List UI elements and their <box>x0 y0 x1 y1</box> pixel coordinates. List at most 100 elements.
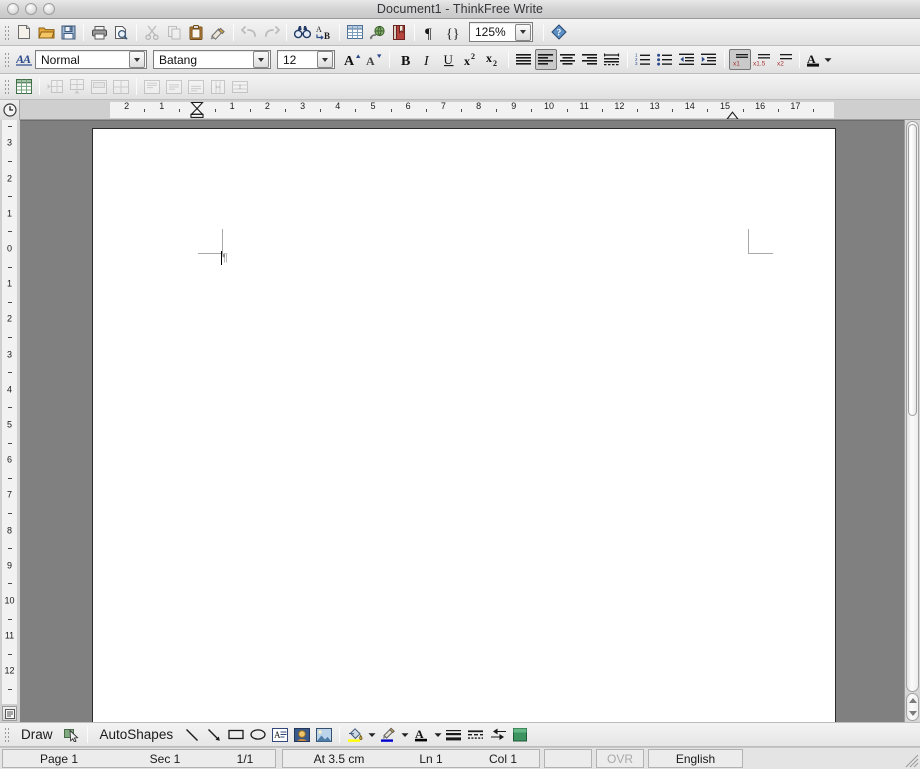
scrollbar-thumb[interactable] <box>908 124 917 416</box>
open-folder-icon[interactable] <box>35 22 57 43</box>
status-page-count[interactable]: 1/1 <box>215 752 275 766</box>
superscript-icon[interactable]: x2 <box>460 49 482 70</box>
draw-table-icon[interactable] <box>13 76 35 97</box>
line-spacing-1-icon[interactable]: x1 <box>729 49 751 70</box>
font-size-combo[interactable]: 12 <box>277 50 335 69</box>
insert-column-icon[interactable] <box>44 76 66 97</box>
split-cells-icon[interactable] <box>110 76 132 97</box>
print-preview-icon[interactable] <box>110 22 132 43</box>
align-bottom-cell-icon[interactable] <box>185 76 207 97</box>
right-indent-marker[interactable] <box>726 109 739 119</box>
line-icon[interactable] <box>181 724 203 745</box>
insert-picture-icon[interactable] <box>313 724 335 745</box>
horizontal-ruler[interactable]: 2 1 1 2 3 4 5 6 7 8 9 10 11 12 13 14 15 16 17 <box>20 100 920 119</box>
status-at[interactable]: At 3.5 cm <box>283 752 395 766</box>
save-disk-icon[interactable] <box>57 22 79 43</box>
chevron-down-icon[interactable] <box>515 23 531 41</box>
document-page[interactable]: ¶ <box>92 128 836 722</box>
shadow-3d-icon[interactable] <box>509 724 531 745</box>
copy-icon[interactable] <box>163 22 185 43</box>
status-blank-cell[interactable] <box>544 749 592 768</box>
status-column[interactable]: Col 1 <box>467 752 539 766</box>
replace-ab-icon[interactable]: AB <box>313 22 335 43</box>
status-language-cell[interactable]: English <box>648 749 743 768</box>
paste-clipboard-icon[interactable] <box>185 22 207 43</box>
merge-cells-icon[interactable] <box>88 76 110 97</box>
cut-scissors-icon[interactable] <box>141 22 163 43</box>
distribute-columns-icon[interactable] <box>207 76 229 97</box>
align-left-icon[interactable] <box>535 49 557 70</box>
line-spacing-2-icon[interactable]: x2 <box>773 49 795 70</box>
oval-icon[interactable] <box>247 724 269 745</box>
toolbar-grip[interactable] <box>3 23 10 41</box>
insert-hyperlink-globe-icon[interactable] <box>366 22 388 43</box>
chevron-down-icon[interactable] <box>317 51 333 68</box>
toolbar-grip[interactable] <box>3 78 10 95</box>
wordart-icon[interactable] <box>291 724 313 745</box>
align-justify-icon[interactable] <box>513 49 535 70</box>
grow-font-icon[interactable]: A <box>341 49 363 70</box>
distribute-icon[interactable] <box>601 49 623 70</box>
new-document-icon[interactable] <box>13 22 35 43</box>
tab-stop-selector[interactable] <box>0 100 20 120</box>
underline-icon[interactable]: U <box>438 49 460 70</box>
undo-arrow-icon[interactable] <box>238 22 260 43</box>
vertical-scrollbar[interactable] <box>904 120 920 722</box>
font-color-dropdown-arrow-icon[interactable] <box>822 49 833 70</box>
bold-icon[interactable]: B <box>394 49 416 70</box>
format-painter-brush-icon[interactable] <box>207 22 229 43</box>
italic-icon[interactable]: I <box>416 49 438 70</box>
line-style-icon[interactable] <box>443 724 465 745</box>
status-line[interactable]: Ln 1 <box>395 752 467 766</box>
text-box-icon[interactable]: A <box>269 724 291 745</box>
font-color-icon[interactable]: A <box>410 724 432 745</box>
arrow-icon[interactable] <box>203 724 225 745</box>
status-section[interactable]: Sec 1 <box>115 752 215 766</box>
chevron-down-icon[interactable] <box>253 51 269 68</box>
left-indent-marker[interactable] <box>190 101 204 119</box>
window-resize-grip[interactable] <box>905 754 919 768</box>
bulleted-list-icon[interactable] <box>654 49 676 70</box>
paragraph-style-combo[interactable]: Normal <box>35 50 147 69</box>
redo-arrow-icon[interactable] <box>260 22 282 43</box>
arrow-style-icon[interactable] <box>487 724 509 745</box>
subscript-icon[interactable]: x2 <box>482 49 504 70</box>
insert-table-icon[interactable] <box>344 22 366 43</box>
status-overtype-cell[interactable]: OVR <box>596 749 644 768</box>
scrollbar-arrows[interactable] <box>906 693 919 721</box>
align-right-icon[interactable] <box>579 49 601 70</box>
line-color-dropdown-arrow-icon[interactable] <box>399 724 410 745</box>
chevron-down-icon[interactable] <box>129 51 145 68</box>
dash-style-icon[interactable] <box>465 724 487 745</box>
insert-row-icon[interactable] <box>66 76 88 97</box>
line-color-icon[interactable] <box>377 724 399 745</box>
font-family-combo[interactable]: Batang <box>153 50 271 69</box>
find-binoculars-icon[interactable] <box>291 22 313 43</box>
align-middle-cell-icon[interactable] <box>163 76 185 97</box>
fill-color-icon[interactable] <box>344 724 366 745</box>
draw-menu-button[interactable]: Draw <box>13 727 61 742</box>
rectangle-icon[interactable] <box>225 724 247 745</box>
document-canvas[interactable]: ¶ <box>20 120 904 722</box>
view-options-button[interactable] <box>2 706 17 721</box>
toolbar-grip[interactable] <box>3 51 10 68</box>
select-arrow-icon[interactable] <box>61 724 83 745</box>
bookmark-icon[interactable] <box>388 22 410 43</box>
help-icon[interactable]: ? <box>548 22 570 43</box>
autoshapes-menu-button[interactable]: AutoShapes <box>92 727 182 742</box>
format-styles-icon[interactable]: AA <box>13 49 35 70</box>
decrease-indent-icon[interactable] <box>676 49 698 70</box>
zoom-combo[interactable]: 125% <box>469 22 533 42</box>
font-color-icon[interactable]: A <box>804 49 822 70</box>
toolbar-grip[interactable] <box>3 726 10 743</box>
status-page[interactable]: Page 1 <box>3 752 115 766</box>
distribute-rows-icon[interactable] <box>229 76 251 97</box>
scrollbar-trough[interactable] <box>906 121 919 692</box>
print-icon[interactable] <box>88 22 110 43</box>
vertical-ruler[interactable]: 3 2 1 0 1 2 3 4 5 6 7 8 9 10 11 12 <box>2 120 17 704</box>
fill-color-dropdown-arrow-icon[interactable] <box>366 724 377 745</box>
numbered-list-icon[interactable]: 123 <box>632 49 654 70</box>
scroll-up-arrow-icon[interactable] <box>908 698 917 703</box>
shrink-font-icon[interactable]: A <box>363 49 385 70</box>
font-color-dropdown-arrow-icon[interactable] <box>432 724 443 745</box>
